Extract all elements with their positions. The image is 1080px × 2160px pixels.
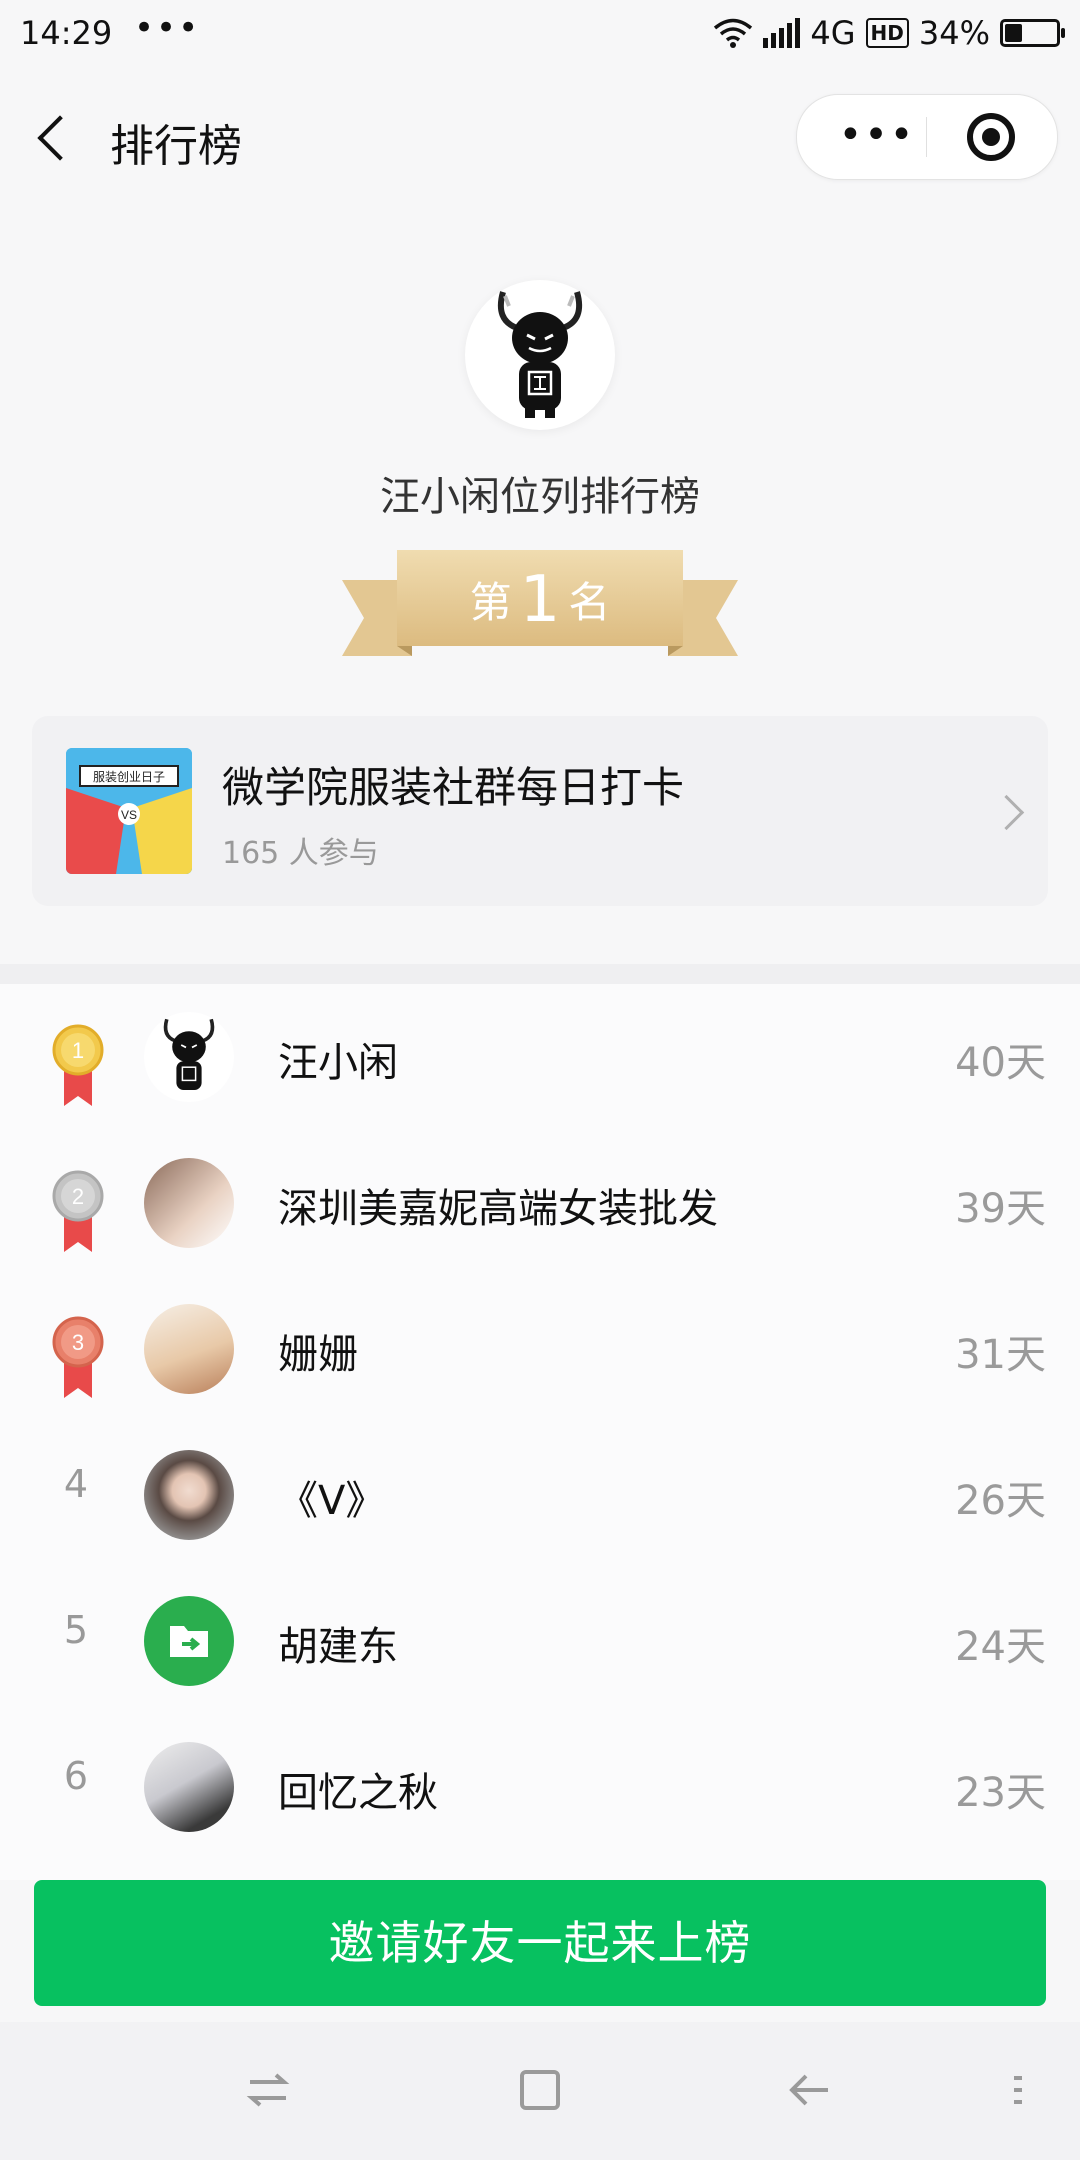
back-nav-icon[interactable] [786, 2066, 834, 2114]
gold-medal-icon: 1 [50, 1024, 106, 1108]
rank-number-2: 2 [72, 1184, 84, 1209]
rank-number: 4 [63, 1462, 89, 1506]
member-name: 姗姗 [278, 1332, 358, 1378]
battery-icon [1000, 19, 1065, 47]
ranking-row[interactable]: 6 回忆之秋 23天 [0, 1714, 1080, 1860]
bronze-medal-icon: 3 [50, 1316, 106, 1400]
home-square-icon[interactable] [516, 2066, 564, 2114]
activity-thumbnail: VS 服装创业日子 [66, 748, 192, 874]
avatar [144, 1742, 234, 1832]
ranking-row[interactable]: 4 《V》 26天 [0, 1422, 1080, 1568]
nav-bar: 排行榜 ••• [0, 72, 1080, 202]
folder-arrow-icon [170, 1626, 208, 1657]
wifi-icon [714, 18, 753, 48]
member-name: 胡建东 [278, 1624, 398, 1670]
ranking-row[interactable]: 5 胡建东 24天 [0, 1568, 1080, 1714]
signal-icon [763, 18, 801, 48]
back-arrow-icon[interactable] [30, 110, 80, 166]
page-title: 排行榜 [110, 121, 242, 172]
ranking-row[interactable]: 3 姗姗 31天 [0, 1276, 1080, 1422]
network-type: 4G [810, 14, 856, 52]
status-bar: 14:29 ••• 4G HD 34% [0, 0, 1080, 72]
checkin-days: 26天 [955, 1478, 1046, 1524]
status-more-dots: ••• [134, 8, 201, 48]
rank-number: 6 [63, 1754, 89, 1798]
participant-count: 165 人参与 [222, 836, 379, 871]
svg-text:VS: VS [121, 808, 137, 822]
avatar [144, 1304, 234, 1394]
member-name: 《V》 [278, 1478, 386, 1524]
capsule-divider [926, 117, 927, 157]
rank-prefix: 第 [469, 578, 512, 627]
devil-mascot-icon [497, 291, 583, 418]
miniprogram-capsule: ••• [796, 94, 1058, 180]
switch-arrows-icon[interactable] [244, 2066, 292, 2114]
checkin-days: 31天 [955, 1332, 1046, 1378]
checkin-days: 40天 [955, 1040, 1046, 1086]
rank-number: 1 [519, 563, 561, 637]
checkin-days: 23天 [955, 1770, 1046, 1816]
user-avatar [465, 280, 615, 430]
activity-name: 微学院服装社群每日打卡 [222, 763, 685, 812]
status-time: 14:29 [20, 14, 113, 52]
rank-ribbon: 第1名 [342, 550, 738, 660]
activity-thumb-text: 服装创业日子 [93, 770, 165, 784]
checkin-days: 24天 [955, 1624, 1046, 1670]
rank-number: 5 [63, 1608, 89, 1652]
avatar [144, 1596, 234, 1686]
close-circle-button[interactable] [967, 113, 1015, 161]
activity-card[interactable]: VS 服装创业日子 微学院服装社群每日打卡 165 人参与 [32, 716, 1048, 906]
system-nav-bar [0, 2022, 1080, 2160]
menu-dots-icon[interactable] [1006, 2066, 1030, 2114]
more-button[interactable]: ••• [837, 109, 917, 165]
ranking-subtitle: 汪小闲位列排行榜 [380, 474, 700, 520]
chevron-right-icon [988, 794, 1025, 831]
rank-number-1: 1 [72, 1038, 84, 1063]
rank-text: 第1名 [397, 550, 683, 650]
member-name: 深圳美嘉妮高端女装批发 [278, 1186, 718, 1232]
avatar [144, 1450, 234, 1540]
hd-badge: HD [865, 18, 909, 48]
silver-medal-icon: 2 [50, 1170, 106, 1254]
activity-cover-image: VS 服装创业日子 [66, 748, 192, 874]
status-right: 4G HD 34% [713, 14, 1065, 52]
invite-friends-button[interactable]: 邀请好友一起来上榜 [34, 1880, 1046, 2006]
rank-suffix: 名 [568, 578, 611, 627]
rank-number-3: 3 [72, 1330, 84, 1355]
member-name: 回忆之秋 [278, 1770, 438, 1816]
devil-mascot-icon [163, 1018, 215, 1090]
ranking-row[interactable]: 2 深圳美嘉妮高端女装批发 39天 [0, 1130, 1080, 1276]
battery-percent: 34% [918, 14, 990, 52]
ranking-row[interactable]: 1 汪小闲 40天 [0, 984, 1080, 1130]
member-name: 汪小闲 [278, 1040, 398, 1086]
avatar [144, 1158, 234, 1248]
section-divider [0, 964, 1080, 984]
ranking-list: 1 汪小闲 40天 2 深圳美嘉妮高端女装批发 39天 3 姗姗 31天 4 《… [0, 984, 1080, 1880]
avatar [144, 1012, 234, 1102]
checkin-days: 39天 [955, 1186, 1046, 1232]
